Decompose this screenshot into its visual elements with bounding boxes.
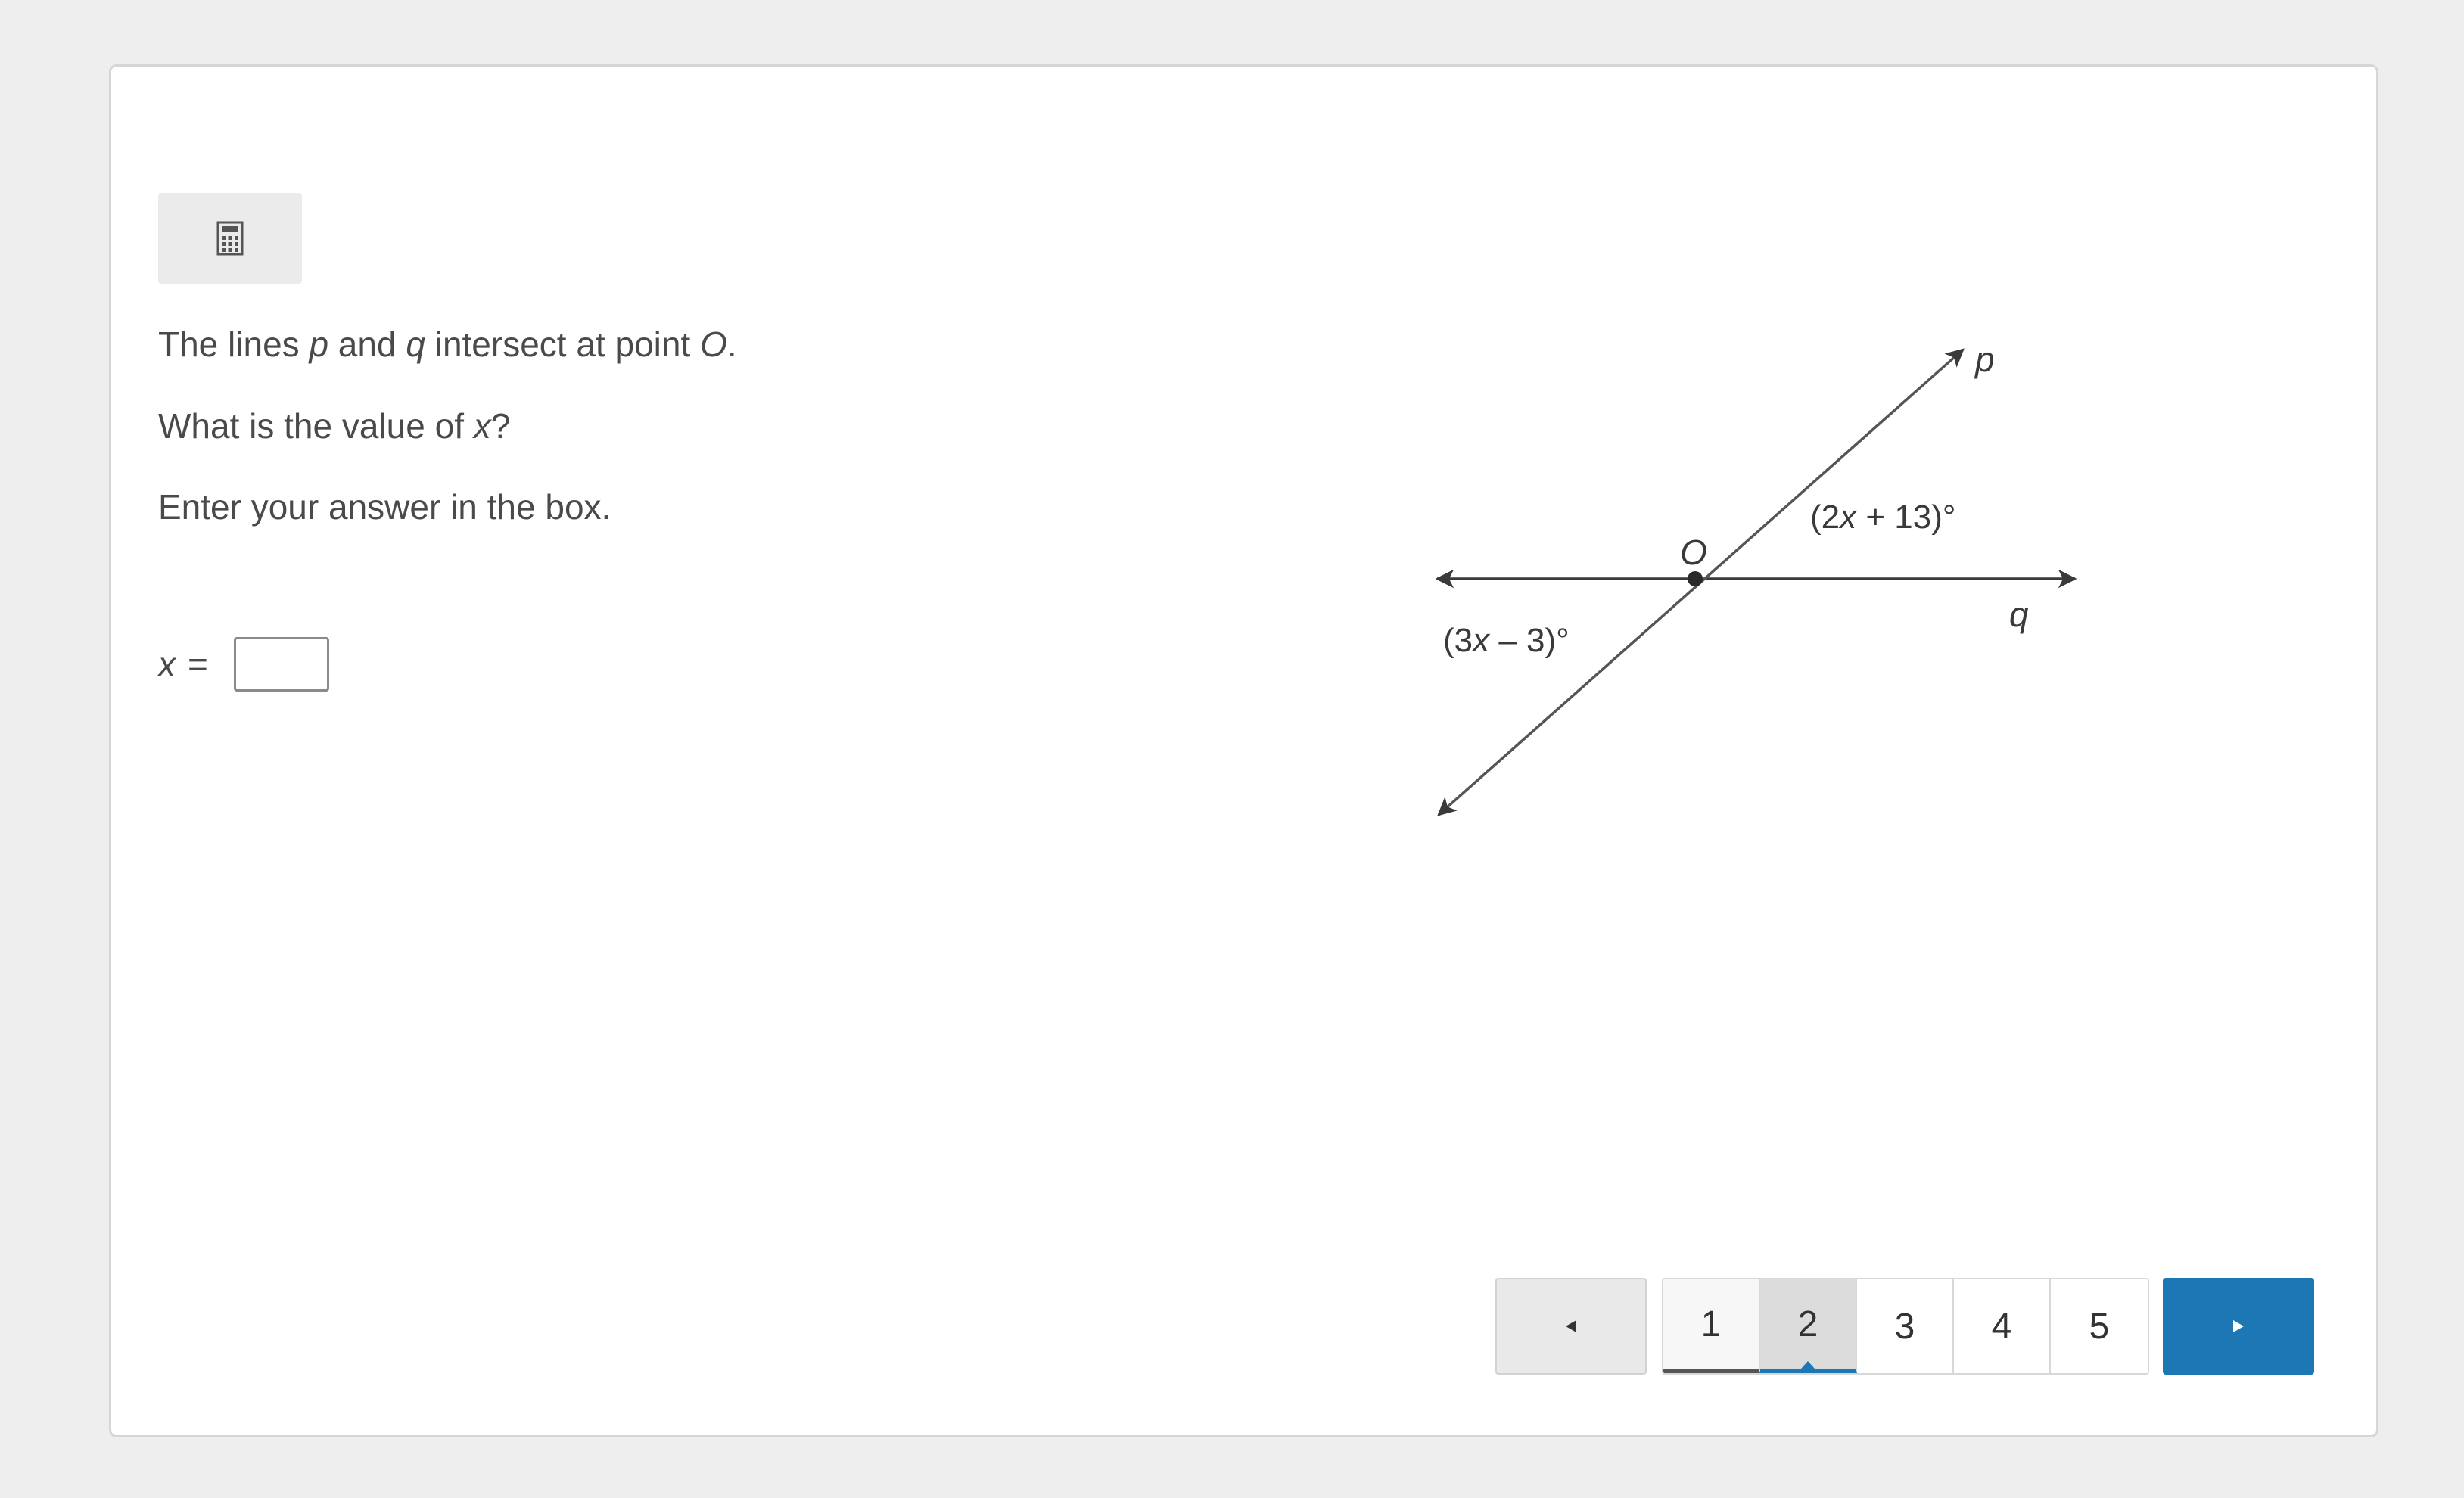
question-text-intersection: The lines p and q intersect at point O. [158,325,737,364]
point-o-label: O [1680,533,1707,572]
page-number: 1 [1700,1304,1722,1344]
page-button-4[interactable]: 4 [1954,1279,2051,1373]
calculator-button[interactable] [158,193,302,284]
angle-bottom-label: (3x – 3)° [1443,622,1570,659]
triangle-left-icon [1566,1320,1576,1332]
page-list: 1 2 3 4 5 [1662,1278,2149,1375]
current-page-indicator [1801,1361,1815,1369]
previous-button[interactable] [1495,1278,1647,1375]
intersecting-lines-diagram: O p q (2x + 13)° (3x – 3)° [1435,340,2077,816]
line-p-label: p [1974,340,1995,379]
question-pagination: 1 2 3 4 5 [1495,1278,2314,1376]
page-number: 3 [1894,1306,1915,1347]
calculator-icon [216,221,244,256]
page-number: 2 [1797,1304,1818,1344]
answer-label: x = [158,644,208,685]
answer-equals: = [188,645,208,684]
page-button-5[interactable]: 5 [2051,1279,2148,1373]
page-number: 5 [2089,1306,2110,1347]
answer-row: x = [158,634,329,695]
next-button[interactable] [2163,1278,2314,1375]
question-text-prompt: What is the value of x? [158,406,511,446]
angle-top-label: (2x + 13)° [1810,499,1955,536]
page-button-3[interactable]: 3 [1857,1279,1954,1373]
page-button-1[interactable]: 1 [1663,1279,1760,1373]
answer-variable: x [158,645,176,684]
triangle-right-icon [2233,1320,2244,1332]
line-q-label: q [2009,595,2029,634]
page-button-2-current[interactable]: 2 [1760,1279,1857,1373]
question-text-instruction: Enter your answer in the box. [158,487,611,527]
question-card: The lines p and q intersect at point O. … [109,64,2378,1437]
answer-input[interactable] [233,637,329,692]
page-number: 4 [1991,1306,2012,1347]
point-o-dot [1688,571,1703,586]
